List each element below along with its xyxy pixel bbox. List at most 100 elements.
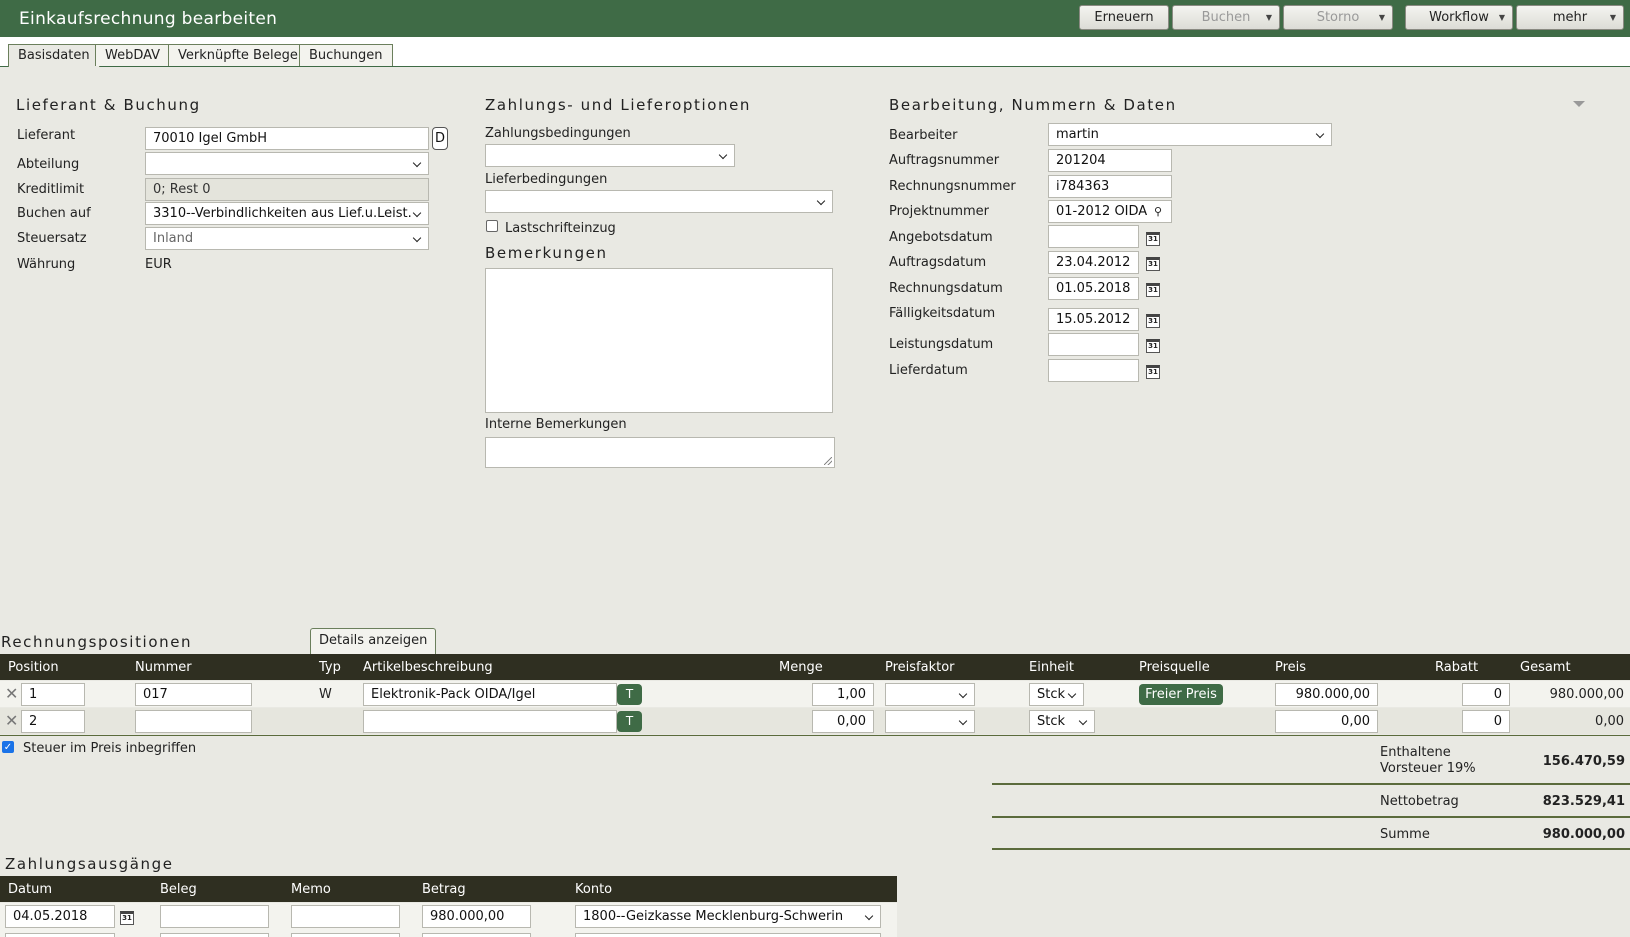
calendar-icon[interactable]: 31 — [120, 911, 134, 925]
lieferant-detail-button[interactable]: D — [432, 127, 448, 150]
zahlungsbedingungen-select[interactable] — [485, 144, 735, 167]
betrag-input[interactable] — [422, 933, 531, 937]
col-typ: Typ — [319, 660, 341, 675]
delete-row-icon[interactable]: ✕ — [5, 711, 18, 730]
memo-input[interactable] — [291, 905, 400, 928]
beleg-input[interactable] — [160, 933, 269, 937]
position-input[interactable]: 2 — [21, 710, 85, 733]
faelligkeitsdatum-input[interactable]: 15.05.2012 — [1048, 308, 1139, 331]
abteilung-label: Abteilung — [17, 157, 80, 172]
rabatt-input[interactable]: 0 — [1462, 683, 1510, 706]
erneuern-button[interactable]: Erneuern — [1079, 5, 1169, 30]
calendar-icon[interactable]: 31 — [1146, 365, 1160, 379]
zahlung-section-title: Zahlungs- und Lieferoptionen — [485, 96, 752, 114]
kreditlimit-field: 0; Rest 0 — [145, 178, 429, 201]
rechnungsdatum-label: Rechnungsdatum — [889, 281, 1003, 296]
calendar-icon[interactable]: 31 — [1146, 257, 1160, 271]
steuersatz-select[interactable]: Inland — [145, 227, 429, 250]
auftragsnummer-label: Auftragsnummer — [889, 153, 1000, 168]
lieferdatum-label: Lieferdatum — [889, 363, 968, 378]
storno-button[interactable]: Storno ▼ — [1283, 5, 1393, 30]
workflow-button[interactable]: Workflow ▼ — [1405, 5, 1513, 30]
angebotsdatum-input[interactable] — [1048, 225, 1139, 248]
collapse-triangle-icon[interactable] — [1573, 101, 1585, 107]
col-artikel: Artikelbeschreibung — [363, 660, 493, 675]
beleg-input[interactable] — [160, 905, 269, 928]
interne-bemerkungen-textarea[interactable] — [485, 437, 835, 468]
artikel-input[interactable] — [363, 710, 617, 733]
tab-webdav[interactable]: WebDAV — [95, 44, 171, 66]
konto-select[interactable] — [575, 933, 881, 937]
buchen-auf-select[interactable]: 3310--Verbindlichkeiten aus Lief.u.Leist… — [145, 202, 429, 225]
tab-verknuepfte-belege[interactable]: Verknüpfte Belege — [168, 44, 308, 66]
lieferbedingungen-select[interactable] — [485, 190, 833, 213]
totals-divider — [992, 816, 1630, 818]
lastschrift-label: Lastschrifteinzug — [505, 221, 616, 236]
lieferdatum-input[interactable] — [1048, 359, 1139, 382]
details-anzeigen-tab[interactable]: Details anzeigen — [310, 628, 437, 654]
rechnungsdatum-input[interactable]: 01.05.2018 — [1048, 277, 1139, 300]
col-datum: Datum — [8, 882, 52, 897]
buchen-button[interactable]: Buchen ▼ — [1172, 5, 1280, 30]
memo-input[interactable] — [291, 933, 400, 937]
steuer-inbegriffen-checkbox[interactable]: ✓ — [2, 741, 14, 753]
datum-input[interactable] — [5, 933, 115, 937]
lieferant-input[interactable]: 70010 Igel GmbH — [145, 127, 429, 150]
auftragsdatum-label: Auftragsdatum — [889, 255, 987, 270]
text-button[interactable]: T — [617, 684, 642, 705]
freier-preis-button[interactable]: Freier Preis — [1139, 684, 1223, 705]
bemerkungen-textarea[interactable] — [485, 268, 833, 413]
col-konto: Konto — [575, 882, 613, 897]
einheit-select[interactable]: Stck — [1029, 710, 1095, 733]
datum-input[interactable]: 04.05.2018 — [5, 905, 115, 928]
payments-grid-header: Datum Beleg Memo Betrag Konto — [0, 876, 897, 902]
einheit-select[interactable]: Stck — [1029, 683, 1084, 706]
betrag-input[interactable]: 980.000,00 — [422, 905, 531, 928]
bearbeitung-section-title: Bearbeitung, Nummern & Daten — [889, 96, 1177, 114]
preis-input[interactable]: 0,00 — [1275, 710, 1378, 733]
auftragsnummer-input[interactable]: 201204 — [1048, 149, 1172, 172]
artikel-input[interactable]: Elektronik-Pack OIDA/Igel — [363, 683, 617, 706]
leistungsdatum-input[interactable] — [1048, 333, 1139, 356]
konto-select[interactable]: 1800--Geizkasse Mecklenburg-Schwerin — [575, 905, 881, 928]
preisfaktor-select[interactable] — [885, 683, 975, 706]
abteilung-select[interactable] — [145, 152, 429, 175]
nummer-input[interactable] — [135, 710, 252, 733]
totals-divider — [992, 848, 1630, 850]
rechnungsnummer-input[interactable]: i784363 — [1048, 175, 1172, 198]
preis-input[interactable]: 980.000,00 — [1275, 683, 1378, 706]
steuersatz-label: Steuersatz — [17, 231, 87, 246]
col-betrag: Betrag — [422, 882, 466, 897]
position-input[interactable]: 1 — [21, 683, 85, 706]
tab-strip: Basisdaten WebDAV Verknüpfte Belege Buch… — [0, 37, 1630, 67]
rabatt-input[interactable]: 0 — [1462, 710, 1510, 733]
col-preis: Preis — [1275, 660, 1307, 675]
nummer-input[interactable]: 017 — [135, 683, 252, 706]
lastschrift-checkbox[interactable] — [486, 220, 498, 232]
text-button[interactable]: T — [617, 711, 642, 732]
calendar-icon[interactable]: 31 — [1146, 283, 1160, 297]
bearbeiter-select[interactable]: martin — [1048, 123, 1332, 146]
menge-input[interactable]: 0,00 — [812, 710, 874, 733]
window-title: Einkaufsrechnung bearbeiten — [19, 9, 278, 29]
summe-label: Summe — [1380, 827, 1430, 842]
lieferant-label: Lieferant — [17, 128, 76, 143]
preisfaktor-select[interactable] — [885, 710, 975, 733]
faelligkeitsdatum-label: Fälligkeitsdatum — [889, 306, 996, 321]
menge-input[interactable]: 1,00 — [812, 683, 874, 706]
auftragsdatum-input[interactable]: 23.04.2012 — [1048, 251, 1139, 274]
search-icon[interactable]: ⚲ — [1154, 205, 1162, 218]
calendar-icon[interactable]: 31 — [1146, 232, 1160, 246]
mehr-button[interactable]: mehr ▼ — [1516, 5, 1624, 30]
tab-basisdaten[interactable]: Basisdaten — [8, 44, 100, 67]
calendar-icon[interactable]: 31 — [1146, 314, 1160, 328]
resize-grip-icon[interactable] — [824, 457, 832, 465]
caret-down-icon: ▼ — [1609, 13, 1616, 22]
delete-row-icon[interactable]: ✕ — [5, 684, 18, 703]
waehrung-value: EUR — [145, 257, 172, 272]
calendar-icon[interactable]: 31 — [1146, 339, 1160, 353]
tab-buchungen[interactable]: Buchungen — [299, 44, 393, 66]
steuer-inbegriffen-label: Steuer im Preis inbegriffen — [23, 741, 197, 756]
col-preisquelle: Preisquelle — [1139, 660, 1210, 675]
table-row: ✕ 1 017 W Elektronik-Pack OIDA/Igel T 1,… — [0, 681, 1630, 707]
